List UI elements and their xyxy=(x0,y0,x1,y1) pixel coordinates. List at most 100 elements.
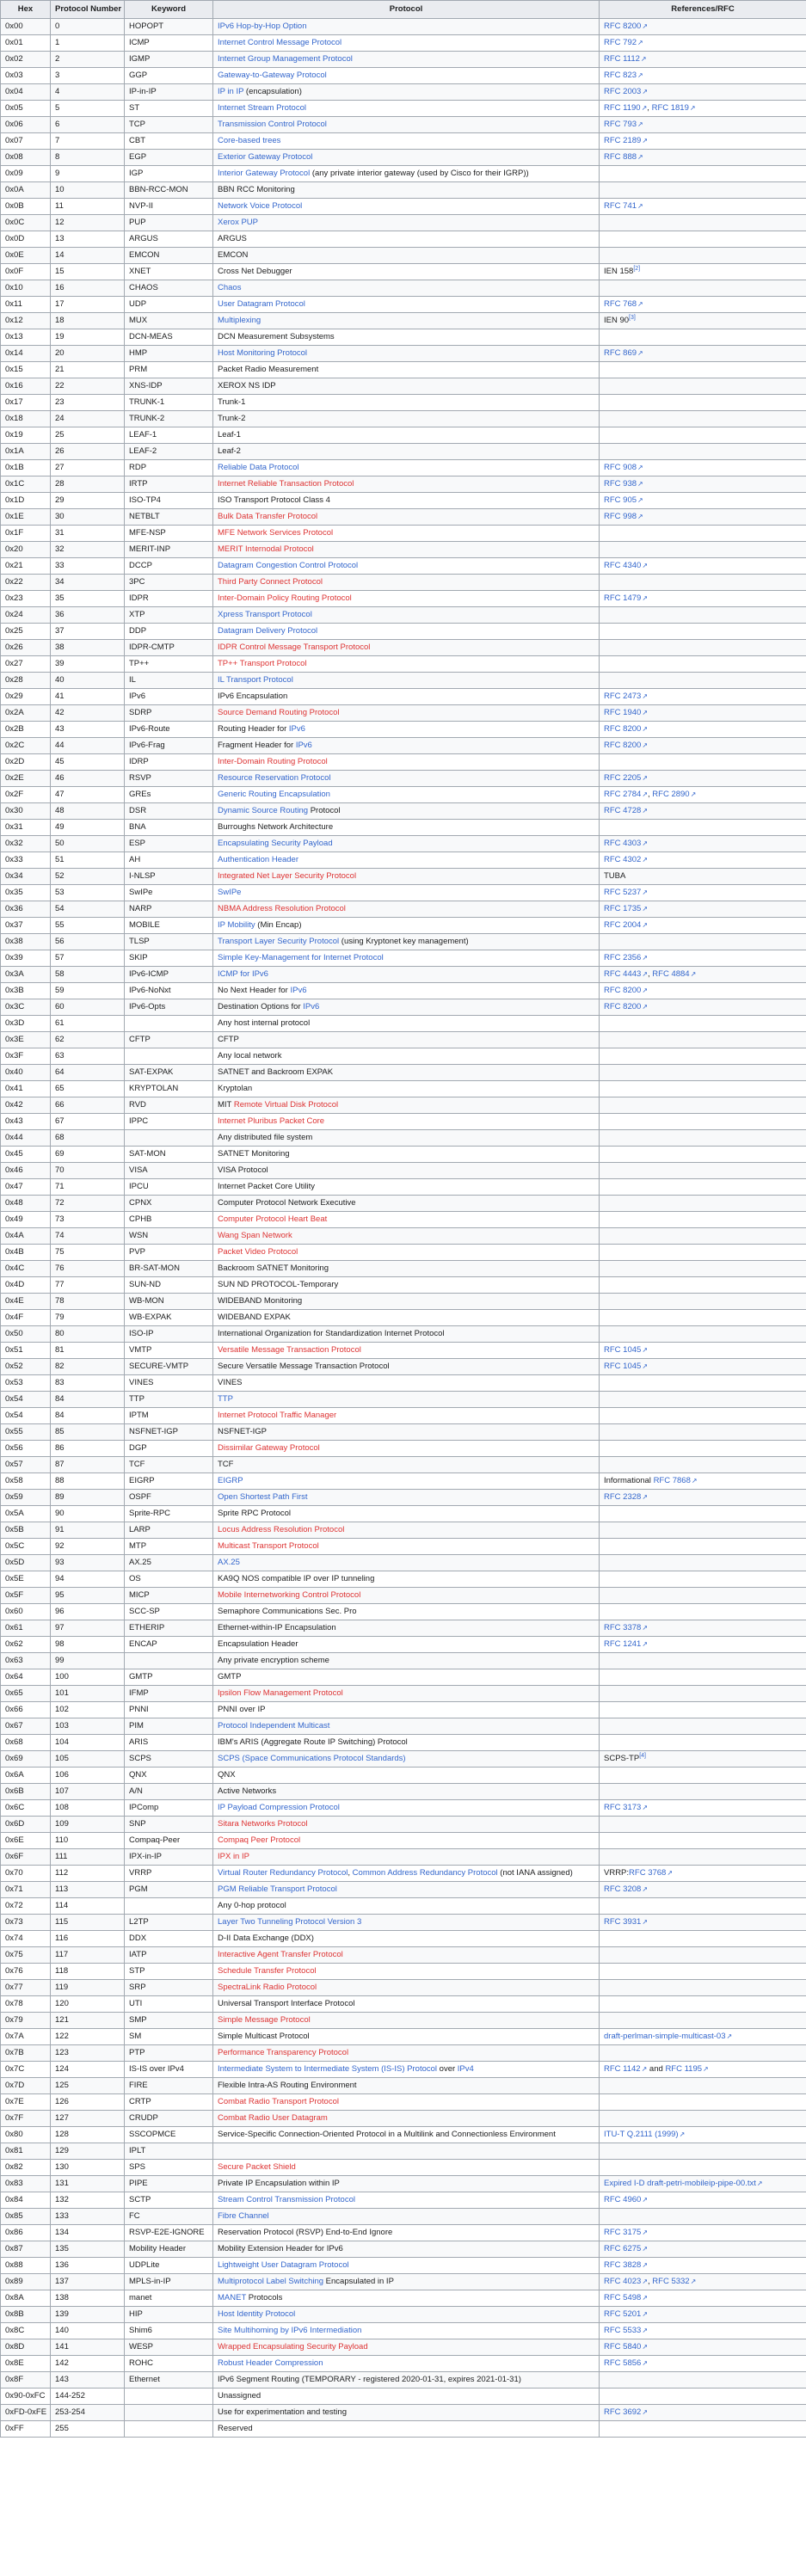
article-link[interactable]: Reliable Data Protocol xyxy=(218,463,299,472)
missing-article-link[interactable]: Versatile Message Transaction Protocol xyxy=(218,1345,361,1355)
article-link[interactable]: MANET xyxy=(218,2293,246,2302)
reference-link[interactable]: RFC 3175 xyxy=(604,2228,641,2237)
missing-article-link[interactable]: Integrated Net Layer Security Protocol xyxy=(218,871,356,881)
article-link[interactable]: IP Mobility xyxy=(218,920,255,930)
reference-link[interactable]: RFC 1940 xyxy=(604,708,641,717)
article-link[interactable]: Internet Group Management Protocol xyxy=(218,54,353,64)
article-link[interactable]: IP Payload Compression Protocol xyxy=(218,1803,340,1812)
reference-link[interactable]: RFC 1819 xyxy=(652,103,689,113)
reference-link[interactable]: RFC 1735 xyxy=(604,904,641,913)
reference-link[interactable]: RFC 4303 xyxy=(604,839,641,848)
reference-link[interactable]: RFC 3173 xyxy=(604,1803,641,1812)
reference-link[interactable]: RFC 1045 xyxy=(604,1362,641,1371)
missing-article-link[interactable]: Internet Pluribus Packet Core xyxy=(218,1116,324,1126)
article-link[interactable]: Fibre Channel xyxy=(218,2211,269,2221)
missing-article-link[interactable]: Computer Protocol Heart Beat xyxy=(218,1214,327,1224)
reference-link[interactable]: RFC 2356 xyxy=(604,953,641,962)
missing-article-link[interactable]: Schedule Transfer Protocol xyxy=(218,1966,317,1976)
article-link[interactable]: Lightweight User Datagram Protocol xyxy=(218,2260,349,2270)
reference-link[interactable]: RFC 1241 xyxy=(604,1639,641,1649)
reference-link[interactable]: RFC 4960 xyxy=(604,2195,641,2204)
article-link[interactable]: Multiplexing xyxy=(218,316,261,325)
missing-article-link[interactable]: TP++ Transport Protocol xyxy=(218,659,307,668)
missing-article-link[interactable]: Performance Transparency Protocol xyxy=(218,2048,348,2057)
article-link[interactable]: Gateway-to-Gateway Protocol xyxy=(218,71,327,80)
citation-link[interactable]: [4] xyxy=(639,1753,646,1759)
reference-link[interactable]: RFC 938 xyxy=(604,479,637,489)
article-link[interactable]: Encapsulating Security Payload xyxy=(218,839,333,848)
reference-link[interactable]: RFC 4443 xyxy=(604,969,641,979)
reference-link[interactable]: RFC 768 xyxy=(604,299,637,309)
missing-article-link[interactable]: SpectraLink Radio Protocol xyxy=(218,1983,317,1992)
article-link[interactable]: Robust Header Compression xyxy=(218,2358,323,2368)
article-link[interactable]: Host Identity Protocol xyxy=(218,2309,295,2319)
reference-link[interactable]: RFC 3692 xyxy=(604,2407,641,2417)
reference-link[interactable]: RFC 8200 xyxy=(604,724,641,734)
reference-link[interactable]: RFC 8200 xyxy=(604,22,641,31)
article-link[interactable]: Multiprotocol Label Switching xyxy=(218,2277,323,2286)
missing-article-link[interactable]: MERIT Internodal Protocol xyxy=(218,544,314,554)
missing-article-link[interactable]: Wrapped Encapsulating Security Payload xyxy=(218,2342,368,2352)
reference-link[interactable]: RFC 2784 xyxy=(604,790,641,799)
reference-link[interactable]: RFC 5533 xyxy=(604,2326,641,2335)
reference-link[interactable]: RFC 905 xyxy=(604,495,637,505)
reference-link[interactable]: RFC 1195 xyxy=(665,2064,702,2074)
reference-link[interactable]: RFC 3828 xyxy=(604,2260,641,2270)
missing-article-link[interactable]: Compaq Peer Protocol xyxy=(218,1835,300,1845)
reference-link[interactable]: RFC 1142 xyxy=(604,2064,641,2074)
reference-link[interactable]: RFC 741 xyxy=(604,201,637,211)
missing-article-link[interactable]: Simple Message Protocol xyxy=(218,2015,311,2025)
article-link[interactable]: SCPS (Space Communications Protocol Stan… xyxy=(218,1754,406,1763)
missing-article-link[interactable]: Combat Radio Transport Protocol xyxy=(218,2097,339,2106)
reference-link[interactable]: RFC 7868 xyxy=(654,1476,691,1485)
reference-link[interactable]: RFC 2328 xyxy=(604,1492,641,1502)
article-link[interactable]: User Datagram Protocol xyxy=(218,299,305,309)
missing-article-link[interactable]: MFE Network Services Protocol xyxy=(218,528,333,538)
missing-article-link[interactable]: Packet Video Protocol xyxy=(218,1247,298,1257)
reference-link[interactable]: ITU-T Q.2111 (1999) xyxy=(604,2130,679,2139)
missing-article-link[interactable]: Sitara Networks Protocol xyxy=(218,1819,308,1829)
missing-article-link[interactable]: Third Party Connect Protocol xyxy=(218,577,323,587)
article-link[interactable]: EIGRP xyxy=(218,1476,243,1485)
article-link[interactable]: Datagram Congestion Control Protocol xyxy=(218,561,358,570)
article-link[interactable]: Exterior Gateway Protocol xyxy=(218,152,312,162)
missing-article-link[interactable]: Internet Reliable Transaction Protocol xyxy=(218,479,354,489)
reference-link[interactable]: RFC 908 xyxy=(604,463,637,472)
missing-article-link[interactable]: Remote Virtual Disk Protocol xyxy=(234,1100,338,1110)
missing-article-link[interactable]: Mobile Internetworking Control Protocol xyxy=(218,1590,360,1600)
reference-link[interactable]: RFC 2189 xyxy=(604,136,641,145)
article-link[interactable]: ICMP for IPv6 xyxy=(218,969,268,979)
article-link[interactable]: IPv6 xyxy=(303,1002,319,1011)
article-link[interactable]: IPv6 Hop-by-Hop Option xyxy=(218,22,307,31)
article-link[interactable]: Transmission Control Protocol xyxy=(218,120,327,129)
missing-article-link[interactable]: Source Demand Routing Protocol xyxy=(218,708,340,717)
reference-link[interactable]: RFC 5498 xyxy=(604,2293,641,2302)
article-link[interactable]: Chaos xyxy=(218,283,241,292)
article-link[interactable]: Intermediate System to Intermediate Syst… xyxy=(218,2064,437,2074)
missing-article-link[interactable]: Ipsilon Flow Management Protocol xyxy=(218,1688,343,1698)
article-link[interactable]: Common Address Redundancy Protocol xyxy=(353,1868,498,1878)
reference-link[interactable]: RFC 3931 xyxy=(604,1917,641,1927)
article-link[interactable]: Interior Gateway Protocol xyxy=(218,169,310,178)
header-protocol[interactable]: Protocol xyxy=(212,0,600,19)
reference-link[interactable]: RFC 1045 xyxy=(604,1345,641,1355)
article-link[interactable]: Internet Control Message Protocol xyxy=(218,38,341,47)
missing-article-link[interactable]: NBMA Address Resolution Protocol xyxy=(218,904,346,913)
missing-article-link[interactable]: Interactive Agent Transfer Protocol xyxy=(218,1950,343,1959)
reference-link[interactable]: RFC 5237 xyxy=(604,888,641,897)
article-link[interactable]: Xpress Transport Protocol xyxy=(218,610,312,619)
missing-article-link[interactable]: Inter-Domain Routing Protocol xyxy=(218,757,328,766)
reference-link[interactable]: RFC 4023 xyxy=(604,2277,641,2286)
reference-link[interactable]: RFC 2890 xyxy=(652,790,689,799)
reference-link[interactable]: RFC 4884 xyxy=(652,969,689,979)
reference-link[interactable]: draft-perlman-simple-multicast-03 xyxy=(604,2032,725,2041)
article-link[interactable]: Layer Two Tunneling Protocol Version 3 xyxy=(218,1917,361,1927)
reference-link[interactable]: RFC 1112 xyxy=(604,54,640,64)
reference-link[interactable]: RFC 998 xyxy=(604,512,637,521)
reference-link[interactable]: RFC 5840 xyxy=(604,2342,641,2352)
article-link[interactable]: Open Shortest Path First xyxy=(218,1492,308,1502)
reference-link[interactable]: RFC 4340 xyxy=(604,561,641,570)
missing-article-link[interactable]: Combat Radio User Datagram xyxy=(218,2113,328,2123)
article-link[interactable]: Generic Routing Encapsulation xyxy=(218,790,330,799)
missing-article-link[interactable]: Dissimilar Gateway Protocol xyxy=(218,1443,320,1453)
